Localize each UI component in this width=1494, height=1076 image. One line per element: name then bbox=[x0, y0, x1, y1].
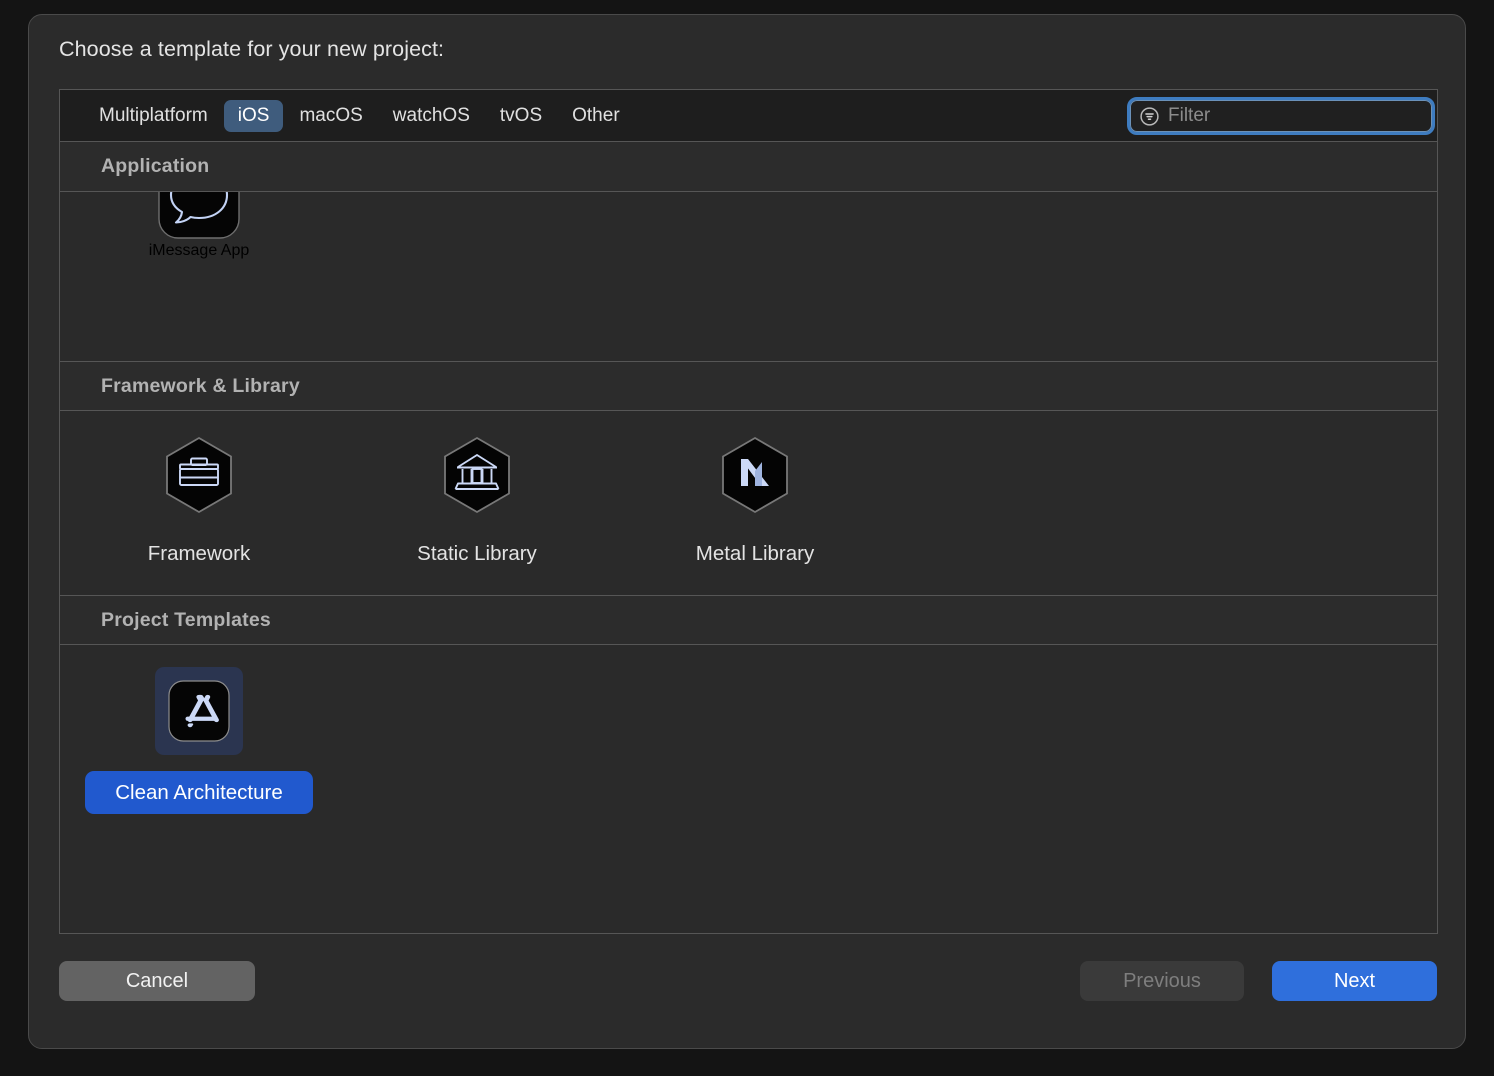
imessage-app-iconbox bbox=[155, 192, 243, 242]
section-header-label: Framework & Library bbox=[101, 374, 300, 397]
template-item-metal-library[interactable]: Metal Library bbox=[616, 411, 894, 596]
template-item-static-library[interactable]: Static Library bbox=[338, 411, 616, 596]
framework-library-grid: Framework Static Library Metal Library bbox=[60, 411, 1437, 596]
filter-placeholder: Filter bbox=[1168, 105, 1211, 126]
tab-other[interactable]: Other bbox=[558, 100, 634, 132]
template-item-imessage-app[interactable]: iMessage App bbox=[60, 192, 338, 260]
static-library-building-icon bbox=[444, 436, 510, 514]
tab-watchos[interactable]: watchOS bbox=[379, 100, 484, 132]
template-item-label: Metal Library bbox=[695, 542, 815, 565]
metal-library-m-icon bbox=[722, 436, 788, 514]
template-item-clean-architecture[interactable]: Clean Architecture bbox=[60, 645, 338, 840]
next-button[interactable]: Next bbox=[1272, 961, 1437, 1001]
metal-library-iconbox bbox=[711, 433, 799, 521]
section-header-framework-library: Framework & Library bbox=[60, 361, 1437, 411]
template-list-panel: Multiplatform iOS macOS watchOS tvOS Oth… bbox=[59, 89, 1438, 934]
template-item-label: iMessage App bbox=[148, 242, 250, 259]
filter-field-inner[interactable]: Filter bbox=[1130, 100, 1432, 132]
framework-toolbox-icon bbox=[166, 436, 232, 514]
project-templates-grid: Clean Architecture bbox=[60, 645, 1437, 840]
framework-iconbox bbox=[155, 433, 243, 521]
imessage-app-icon bbox=[158, 192, 240, 239]
section-header-project-templates: Project Templates bbox=[60, 595, 1437, 645]
tab-tvos[interactable]: tvOS bbox=[486, 100, 556, 132]
section-header-label: Project Templates bbox=[101, 608, 271, 631]
filter-search-field[interactable]: Filter bbox=[1127, 97, 1435, 135]
application-row: iMessage App bbox=[60, 192, 1437, 362]
tab-ios[interactable]: iOS bbox=[223, 99, 284, 132]
template-item-label: Framework bbox=[147, 542, 251, 565]
static-library-iconbox bbox=[433, 433, 521, 521]
filter-icon bbox=[1140, 106, 1159, 126]
previous-button[interactable]: Previous bbox=[1080, 961, 1244, 1001]
template-item-framework[interactable]: Framework bbox=[60, 411, 338, 596]
new-project-template-dialog: Choose a template for your new project: … bbox=[28, 14, 1466, 1049]
section-header-application: Application bbox=[60, 142, 1437, 192]
clean-architecture-iconbox bbox=[155, 667, 243, 755]
cancel-button[interactable]: Cancel bbox=[59, 961, 255, 1001]
tab-multiplatform[interactable]: Multiplatform bbox=[85, 100, 222, 132]
template-item-label: Static Library bbox=[417, 542, 537, 565]
template-item-label: Clean Architecture bbox=[85, 771, 313, 814]
platform-tabs: Multiplatform iOS macOS watchOS tvOS Oth… bbox=[85, 99, 634, 132]
page-title: Choose a template for your new project: bbox=[59, 37, 445, 61]
template-scroll-area[interactable]: Application iMessage App Framework & Lib… bbox=[60, 142, 1437, 933]
app-store-a-icon bbox=[168, 680, 230, 742]
section-header-label: Application bbox=[101, 155, 210, 177]
platform-tabbar: Multiplatform iOS macOS watchOS tvOS Oth… bbox=[60, 90, 1437, 142]
tab-macos[interactable]: macOS bbox=[285, 100, 376, 132]
